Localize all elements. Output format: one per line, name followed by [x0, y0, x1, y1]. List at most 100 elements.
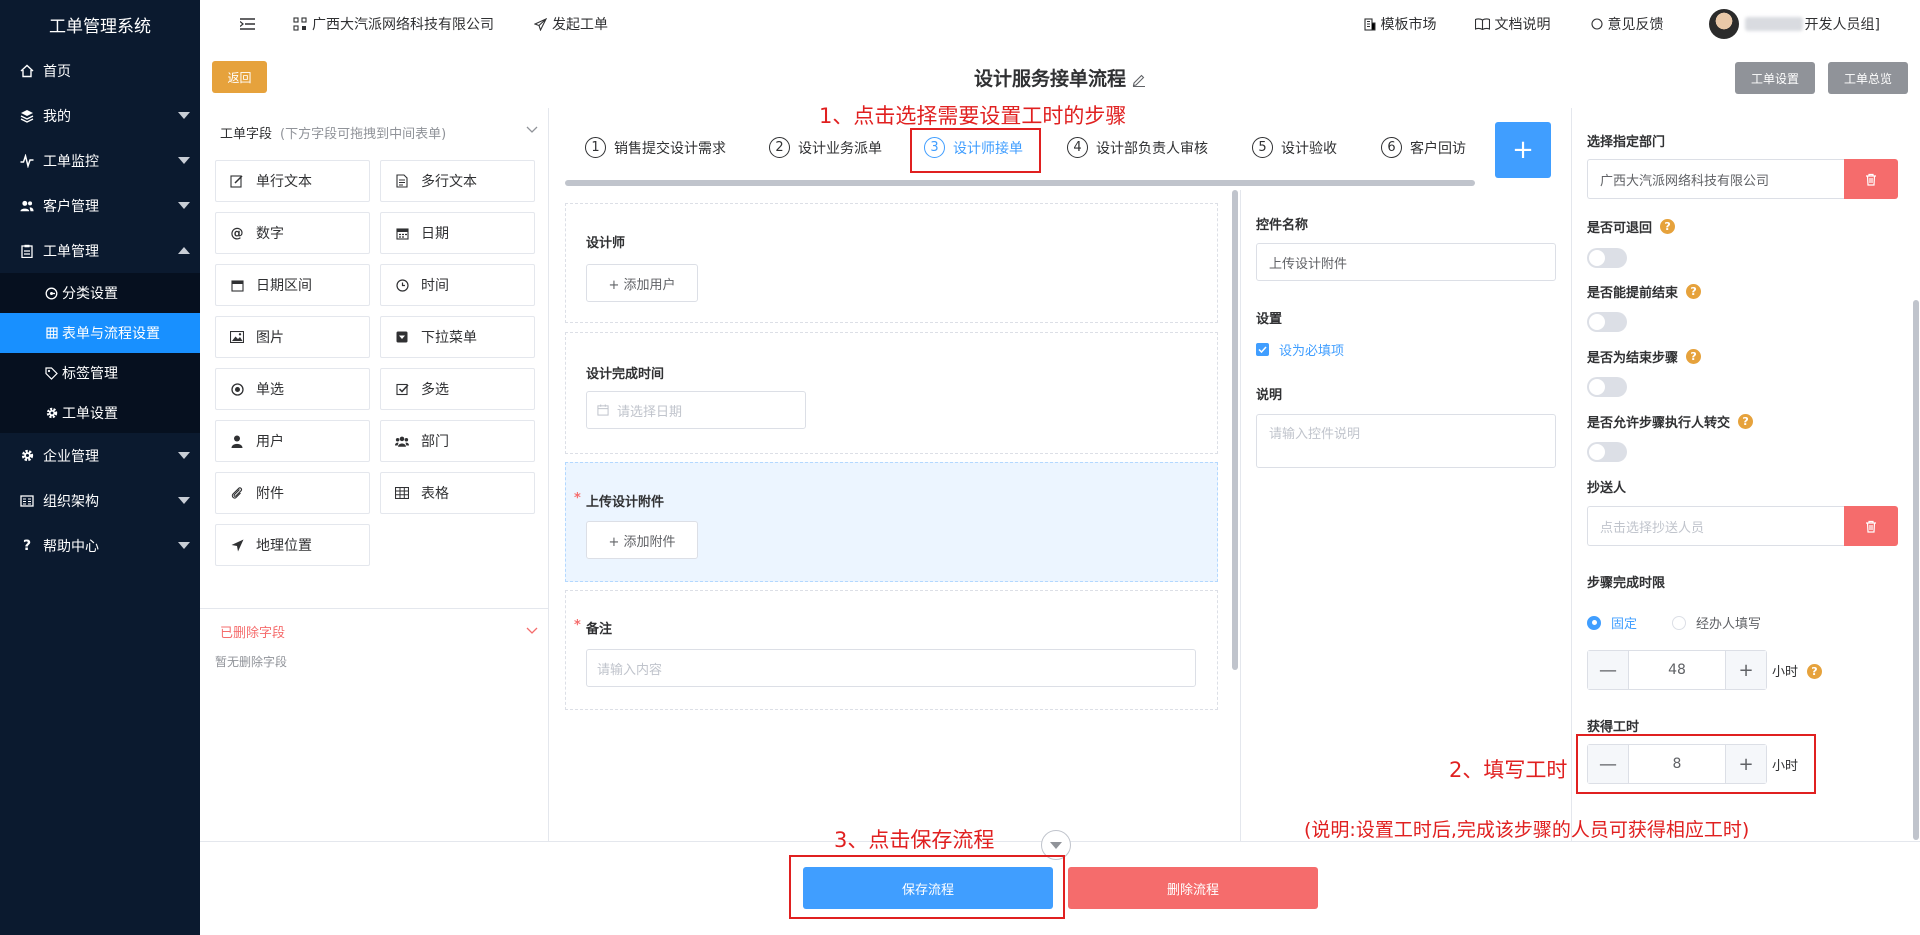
add-user-button[interactable]: + 添加用户	[586, 264, 698, 302]
edit-icon[interactable]	[1132, 73, 1146, 87]
finish-early-label: 是否能提前结束?	[1587, 282, 1702, 301]
question-icon: ?	[22, 537, 32, 554]
step-2[interactable]: 2 设计业务派单	[769, 137, 882, 158]
form-field-finish-time[interactable]: 设计完成时间 请选择日期	[565, 332, 1218, 454]
field-checkbox[interactable]: 多选	[380, 368, 535, 410]
sidebar-item-enterprise[interactable]: 企业管理	[0, 433, 200, 478]
decrement-button[interactable]: —	[1588, 651, 1628, 689]
sidebar-item-monitor[interactable]: 工单监控	[0, 138, 200, 183]
field-dropdown[interactable]: 下拉菜单	[380, 316, 535, 358]
chevron-down-icon	[178, 452, 190, 459]
remark-input[interactable]: 请输入内容	[586, 649, 1196, 687]
field-date-range[interactable]: 日期区间	[215, 264, 370, 306]
layers-icon	[20, 109, 34, 123]
sidebar-item-customers[interactable]: 客户管理	[0, 183, 200, 228]
sidebar-item-label: 我的	[43, 108, 71, 125]
ticket-settings-button[interactable]: 工单设置	[1735, 62, 1815, 94]
company-switcher[interactable]: 广西大汽派网络科技有限公司	[293, 14, 494, 34]
description-textarea[interactable]: 请输入控件说明	[1256, 414, 1556, 468]
ticket-overview-button[interactable]: 工单总览	[1828, 62, 1908, 94]
work-hours-label: 获得工时	[1587, 720, 1640, 735]
sidebar-item-label: 客户管理	[43, 198, 99, 215]
field-number[interactable]: @ 数字	[215, 212, 370, 254]
end-step-switch[interactable]	[1587, 377, 1627, 397]
add-attachment-button[interactable]: + 添加附件	[586, 521, 698, 559]
allow-transfer-switch[interactable]	[1587, 442, 1627, 462]
finish-early-switch[interactable]	[1587, 312, 1627, 332]
submenu-item-label: 标签管理	[62, 366, 118, 382]
step-4[interactable]: 4 设计部负责人审核	[1067, 137, 1208, 158]
delete-cc-button[interactable]	[1844, 506, 1898, 546]
field-department[interactable]: 部门	[380, 420, 535, 462]
field-single-text[interactable]: 单行文本	[215, 160, 370, 202]
help-icon[interactable]: ?	[1686, 284, 1702, 299]
help-icon[interactable]: ?	[1660, 219, 1676, 234]
department-input[interactable]: 广西大汽派网络科技有限公司	[1587, 159, 1844, 199]
designer-label: 设计师	[586, 236, 626, 251]
field-attachment[interactable]: 附件	[215, 472, 370, 514]
delete-flow-button[interactable]: 删除流程	[1068, 867, 1318, 909]
template-market-link[interactable]: 模板市场	[1363, 14, 1437, 34]
field-radio[interactable]: 单选	[215, 368, 370, 410]
control-name-input[interactable]: 上传设计附件	[1256, 243, 1556, 281]
sidebar-item-home[interactable]: 首页	[0, 48, 200, 93]
chevron-down-icon	[178, 112, 190, 119]
help-icon[interactable]: ?	[1686, 349, 1702, 364]
feedback-link[interactable]: 意见反馈	[1590, 14, 1664, 34]
canvas-scrollbar[interactable]	[1232, 190, 1238, 670]
step-5[interactable]: 5 设计验收	[1252, 137, 1337, 158]
can-return-switch[interactable]	[1587, 248, 1627, 268]
sidebar-item-mine[interactable]: 我的	[0, 93, 200, 138]
user-menu[interactable]: 开发人员组]	[1708, 9, 1880, 39]
step-1[interactable]: 1 销售提交设计需求	[585, 137, 726, 158]
field-multi-text[interactable]: 多行文本	[380, 160, 535, 202]
field-user[interactable]: 用户	[215, 420, 370, 462]
submenu-item-form-flow[interactable]: 表单与流程设置	[0, 313, 200, 353]
cc-label: 抄送人	[1587, 481, 1627, 496]
add-step-button[interactable]: +	[1495, 122, 1551, 178]
steps-scrollbar[interactable]	[565, 180, 1475, 186]
field-date[interactable]: 日期	[380, 212, 535, 254]
sidebar-item-tickets[interactable]: 工单管理	[0, 228, 200, 273]
field-table[interactable]: 表格	[380, 472, 535, 514]
form-field-remark[interactable]: * 备注 请输入内容	[565, 590, 1218, 710]
date-picker-input[interactable]: 请选择日期	[586, 391, 806, 429]
right-panel-scrollbar[interactable]	[1913, 300, 1919, 840]
form-field-designer[interactable]: 设计师 + 添加用户	[565, 203, 1218, 323]
chevron-down-icon	[178, 542, 190, 549]
required-checkbox[interactable]: 设为必填项	[1256, 340, 1344, 359]
submenu-item-ticket-settings[interactable]: 工单设置	[0, 393, 200, 433]
increment-button[interactable]: +	[1726, 651, 1766, 689]
submenu-item-category[interactable]: 分类设置	[0, 273, 200, 313]
group-icon	[395, 434, 409, 448]
deleted-fields-header[interactable]: 已删除字段	[200, 609, 548, 653]
chevron-up-icon	[178, 247, 190, 254]
docs-link[interactable]: 文档说明	[1474, 14, 1551, 34]
fields-panel-header[interactable]: 工单字段 (下方字段可拖拽到中间表单)	[200, 108, 548, 156]
sidebar-item-org[interactable]: 组织架构	[0, 478, 200, 523]
deleted-fields-empty: 暂无删除字段	[215, 655, 288, 669]
deadline-value[interactable]: 48	[1628, 651, 1726, 689]
deadline-fixed-radio[interactable]: 固定	[1587, 613, 1637, 632]
building-icon	[1363, 17, 1376, 31]
deadline-unit: 小时	[1772, 665, 1799, 680]
remark-label: * 备注	[574, 618, 613, 637]
step-6[interactable]: 6 客户回访	[1381, 137, 1466, 158]
field-image[interactable]: 图片	[215, 316, 370, 358]
menu-toggle-icon[interactable]	[240, 18, 260, 30]
sidebar-item-help[interactable]: ? 帮助中心	[0, 523, 200, 568]
help-icon[interactable]: ?	[1807, 664, 1822, 679]
title-bar: 返回 设计服务接单流程 工单设置 工单总览	[200, 48, 1920, 108]
top-header: 广西大汽派网络科技有限公司 发起工单 模板市场 文档说明 意见反馈 开发人员组]	[200, 0, 1920, 48]
delete-department-button[interactable]	[1844, 159, 1898, 199]
cc-input[interactable]: 点击选择抄送人员	[1587, 506, 1844, 546]
submenu-item-tags[interactable]: 标签管理	[0, 353, 200, 393]
field-location[interactable]: 地理位置	[215, 524, 370, 566]
help-icon[interactable]: ?	[1738, 414, 1754, 429]
field-time[interactable]: 时间	[380, 264, 535, 306]
submenu-item-label: 表单与流程设置	[62, 326, 160, 342]
deadline-handler-radio[interactable]: 经办人填写	[1672, 613, 1761, 632]
form-field-upload-attachment[interactable]: * 上传设计附件 + 添加附件	[565, 462, 1218, 582]
start-ticket-link[interactable]: 发起工单	[534, 14, 608, 34]
back-button[interactable]: 返回	[212, 61, 267, 93]
